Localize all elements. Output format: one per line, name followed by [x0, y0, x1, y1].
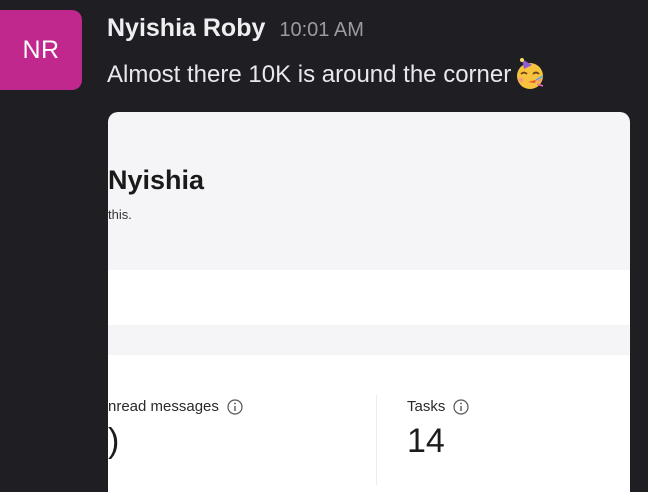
card-section-band: [108, 270, 630, 325]
card-name: Nyishia: [108, 165, 205, 195]
tasks-value: 14: [407, 422, 445, 460]
stats-divider: [376, 395, 377, 485]
avatar[interactable]: NR: [0, 10, 82, 90]
unread-messages-label-text: nread messages: [108, 398, 219, 415]
avatar-initials: NR: [22, 35, 60, 64]
card-subtitle: this.: [108, 207, 132, 222]
info-icon[interactable]: [453, 398, 469, 415]
message-body: Almost there 10K is around the corner: [107, 58, 547, 92]
message-header: Nyishia Roby 10:01 AM: [107, 14, 364, 43]
author-name[interactable]: Nyishia Roby: [107, 14, 265, 43]
message-timestamp[interactable]: 10:01 AM: [279, 19, 364, 42]
card-stats-panel: [108, 355, 630, 492]
unread-messages-label: nread messages: [108, 398, 243, 415]
partying-face-emoji-icon: [513, 57, 547, 91]
embedded-card[interactable]: Nyishia this. nread messages ) Tasks 14: [108, 112, 630, 492]
tasks-label-text: Tasks: [407, 398, 446, 415]
unread-messages-value: ): [108, 422, 120, 460]
message-text: Almost there 10K is around the corner: [107, 61, 512, 88]
info-icon[interactable]: [227, 398, 243, 415]
tasks-label: Tasks: [407, 398, 469, 415]
